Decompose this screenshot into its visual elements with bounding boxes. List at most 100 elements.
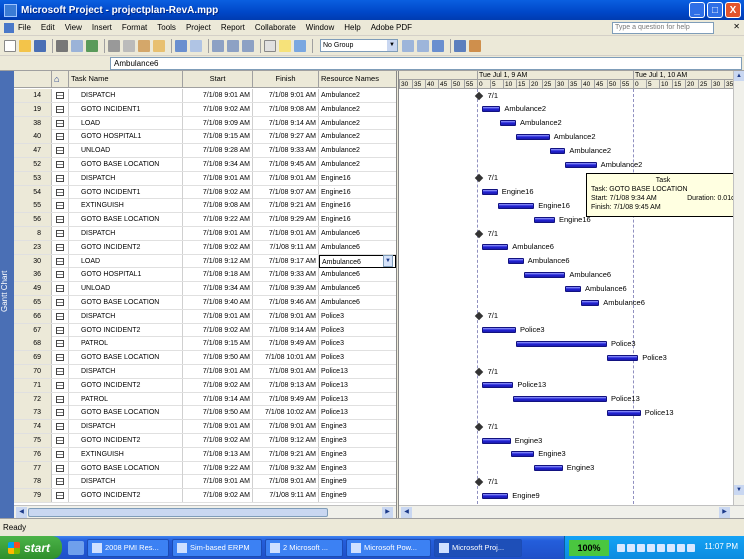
table-row[interactable]: 49 UNLOAD 7/1/08 9:34 AM 7/1/08 9:39 AM Ambu…: [14, 282, 396, 296]
table-row[interactable]: 71 GOTO INCIDENT2 7/1/08 9:02 AM 7/1/08 9:1…: [14, 378, 396, 393]
task-finish[interactable]: 7/1/08 9:01 AM: [253, 475, 319, 489]
task-name[interactable]: GOTO BASE LOCATION: [69, 351, 183, 365]
start-button[interactable]: start: [0, 536, 62, 559]
task-finish[interactable]: 7/1/08 9:11 AM: [253, 240, 319, 254]
help-icon[interactable]: [469, 39, 481, 52]
task-resource[interactable]: Ambulance6: [319, 227, 396, 240]
task-name[interactable]: GOTO INCIDENT2: [69, 378, 183, 392]
header-resource-names[interactable]: Resource Names: [319, 71, 396, 88]
task-finish[interactable]: 7/1/08 9:33 AM: [253, 144, 319, 158]
task-finish[interactable]: 7/1/08 9:14 AM: [253, 323, 319, 337]
task-resource[interactable]: Ambulance2: [319, 144, 396, 157]
task-start[interactable]: 7/1/08 9:01 AM: [183, 365, 253, 378]
task-finish[interactable]: 7/1/08 9:01 AM: [253, 309, 319, 323]
scroll-to-task-icon[interactable]: [432, 39, 444, 52]
paste-icon[interactable]: [138, 39, 150, 52]
row-id[interactable]: 56: [14, 213, 52, 227]
task-start[interactable]: 7/1/08 9:12 AM: [183, 254, 253, 268]
task-name[interactable]: GOTO INCIDENT2: [69, 323, 183, 337]
table-row[interactable]: 74 DISPATCH 7/1/08 9:01 AM 7/1/08 9:01 AM En…: [14, 420, 396, 434]
scroll-left-icon[interactable]: ◀: [401, 507, 412, 518]
table-row[interactable]: 55 EXTINGUISH 7/1/08 9:08 AM 7/1/08 9:21 AM…: [14, 199, 396, 214]
task-start[interactable]: 7/1/08 9:02 AM: [183, 323, 253, 337]
task-start[interactable]: 7/1/08 9:15 AM: [183, 337, 253, 351]
task-start[interactable]: 7/1/08 9:28 AM: [183, 144, 253, 158]
task-finish[interactable]: 7/1/08 9:39 AM: [253, 282, 319, 296]
menu-help[interactable]: Help: [339, 23, 365, 32]
task-start[interactable]: 7/1/08 9:01 AM: [183, 227, 253, 240]
task-resource[interactable]: Police3: [319, 351, 396, 364]
task-start[interactable]: 7/1/08 9:40 AM: [183, 296, 253, 309]
row-id[interactable]: 66: [14, 309, 52, 323]
notes-icon[interactable]: [279, 39, 291, 52]
task-bar[interactable]: [482, 437, 511, 444]
task-bar[interactable]: [482, 382, 514, 389]
task-start[interactable]: 7/1/08 9:02 AM: [183, 185, 253, 199]
task-name[interactable]: GOTO INCIDENT1: [69, 185, 183, 199]
task-finish[interactable]: 7/1/08 9:01 AM: [253, 171, 319, 185]
table-row[interactable]: 69 GOTO BASE LOCATION 7/1/08 9:50 AM 7/1/08…: [14, 351, 396, 365]
menu-adobe-pdf[interactable]: Adobe PDF: [366, 23, 417, 32]
task-bar[interactable]: [497, 202, 535, 209]
table-row[interactable]: 66 DISPATCH 7/1/08 9:01 AM 7/1/08 9:01 AM Po…: [14, 309, 396, 324]
task-bar[interactable]: [607, 354, 639, 361]
table-row[interactable]: 75 GOTO INCIDENT2 7/1/08 9:02 AM 7/1/08 9:1…: [14, 434, 396, 448]
cut-icon[interactable]: [108, 39, 120, 52]
task-resource[interactable]: Engine9: [319, 475, 396, 488]
task-bar[interactable]: [482, 492, 509, 499]
table-row[interactable]: 73 GOTO BASE LOCATION 7/1/08 9:50 AM 7/1/08…: [14, 406, 396, 421]
task-start[interactable]: 7/1/08 9:02 AM: [183, 434, 253, 447]
task-resource[interactable]: Ambulance6: [319, 282, 396, 295]
task-name[interactable]: GOTO INCIDENT1: [69, 102, 183, 116]
taskbar-button[interactable]: 2 Microsoft ...: [265, 538, 343, 557]
table-row[interactable]: 68 PATROL 7/1/08 9:15 AM 7/1/08 9:49 AM Poli…: [14, 337, 396, 352]
row-id[interactable]: 49: [14, 282, 52, 296]
row-id[interactable]: 75: [14, 434, 52, 447]
table-row[interactable]: 14 DISPATCH 7/1/08 9:01 AM 7/1/08 9:01 AM Am…: [14, 89, 396, 103]
task-bar[interactable]: [523, 271, 566, 278]
milestone-marker[interactable]: [474, 229, 483, 238]
task-finish[interactable]: 7/1/08 9:29 AM: [253, 213, 319, 227]
task-finish[interactable]: 7/1/08 9:27 AM: [253, 130, 319, 144]
row-id[interactable]: 30: [14, 254, 52, 268]
task-bar[interactable]: [565, 161, 597, 168]
task-bar[interactable]: [516, 133, 550, 140]
taskbar-button[interactable]: 2008 PMI Res...: [87, 538, 169, 557]
task-resource[interactable]: Police3: [319, 310, 396, 323]
row-id[interactable]: 79: [14, 489, 52, 503]
menu-report[interactable]: Report: [216, 23, 250, 32]
table-row[interactable]: 38 LOAD 7/1/08 9:09 AM 7/1/08 9:14 AM Ambula…: [14, 116, 396, 131]
copy-picture-icon[interactable]: [454, 39, 466, 52]
task-name[interactable]: GOTO BASE LOCATION: [69, 406, 183, 420]
task-finish[interactable]: 7/1/08 9:07 AM: [253, 185, 319, 199]
task-resource[interactable]: Engine3: [319, 448, 396, 461]
task-bar[interactable]: [482, 189, 498, 196]
task-name[interactable]: GOTO INCIDENT2: [69, 489, 183, 503]
chevron-down-icon[interactable]: ▼: [383, 254, 393, 267]
table-row[interactable]: 77 GOTO BASE LOCATION 7/1/08 9:22 AM 7/1/08…: [14, 461, 396, 476]
row-id[interactable]: 68: [14, 337, 52, 351]
task-bar[interactable]: [534, 465, 563, 472]
task-bar[interactable]: [565, 285, 581, 292]
task-name[interactable]: GOTO BASE LOCATION: [69, 158, 183, 171]
table-row[interactable]: 47 UNLOAD 7/1/08 9:28 AM 7/1/08 9:33 AM Ambu…: [14, 144, 396, 158]
close-button[interactable]: X: [725, 2, 741, 18]
task-name[interactable]: GOTO BASE LOCATION: [69, 461, 183, 475]
task-resource[interactable]: Police3: [319, 337, 396, 350]
format-painter-icon[interactable]: [153, 39, 165, 52]
row-id[interactable]: 72: [14, 392, 52, 406]
task-start[interactable]: 7/1/08 9:50 AM: [183, 351, 253, 365]
task-bar[interactable]: [482, 106, 501, 113]
row-id[interactable]: 76: [14, 447, 52, 461]
row-id[interactable]: 77: [14, 461, 52, 475]
task-finish[interactable]: 7/1/08 9:21 AM: [253, 199, 319, 213]
table-row[interactable]: 65 GOTO BASE LOCATION 7/1/08 9:40 AM 7/1/08…: [14, 296, 396, 310]
maximize-button[interactable]: □: [707, 2, 723, 18]
taskbar-button[interactable]: Sim-based ERPM: [172, 538, 262, 557]
row-id[interactable]: 38: [14, 116, 52, 130]
task-name[interactable]: EXTINGUISH: [69, 447, 183, 461]
task-start[interactable]: 7/1/08 9:01 AM: [183, 309, 253, 323]
task-resource[interactable]: Police13: [319, 365, 396, 378]
row-id[interactable]: 78: [14, 475, 52, 489]
gantt-horizontal-scrollbar[interactable]: ◀ ▶: [399, 505, 744, 518]
